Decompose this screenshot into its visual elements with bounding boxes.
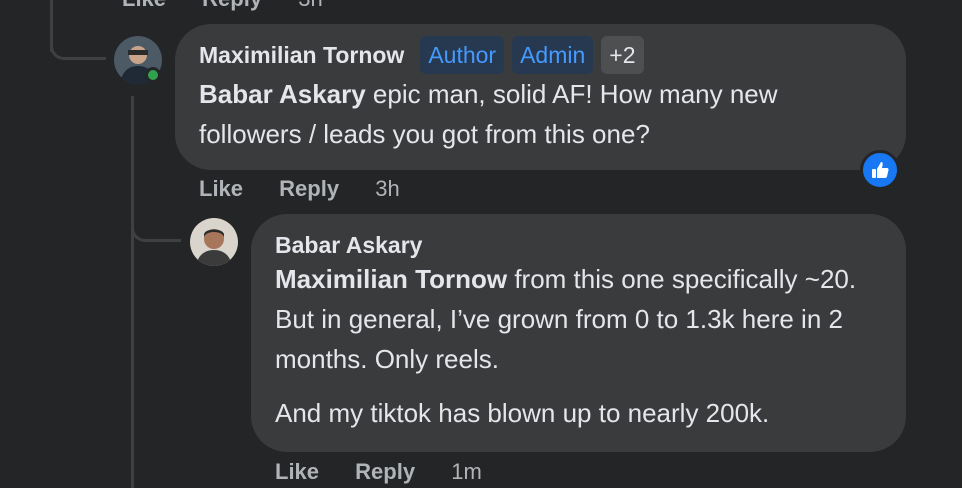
- reply-link[interactable]: Reply: [279, 176, 339, 201]
- thread-connector-1: [50, 30, 106, 60]
- comment-bubble: Maximilian Tornow Author Admin +2 Babar …: [175, 24, 906, 170]
- timestamp[interactable]: 1m: [451, 459, 482, 484]
- comment-thread: Like Reply 3h Maximilian Tornow Author A…: [0, 0, 962, 488]
- previous-comment-actions: Like Reply 3h: [122, 0, 353, 12]
- like-reaction-badge[interactable]: [860, 150, 900, 190]
- timestamp[interactable]: 3h: [298, 0, 322, 11]
- online-status-indicator: [145, 67, 161, 83]
- thread-line-inner: [131, 96, 134, 488]
- comment-text-paragraph-2: And my tiktok has blown up to nearly 200…: [275, 398, 770, 428]
- avatar[interactable]: [190, 218, 238, 266]
- reply-actions: Like Reply 1m: [275, 459, 482, 485]
- avatar-photo-icon: [190, 218, 238, 266]
- thread-connector-2: [131, 210, 181, 242]
- mention-link[interactable]: Maximilian Tornow: [275, 264, 507, 294]
- like-link[interactable]: Like: [199, 176, 243, 201]
- like-link[interactable]: Like: [275, 459, 319, 484]
- timestamp[interactable]: 3h: [375, 176, 399, 201]
- comment-actions: Like Reply 3h: [199, 176, 400, 202]
- mention-link[interactable]: Babar Askary: [199, 79, 366, 109]
- like-link[interactable]: Like: [122, 0, 166, 11]
- comment-text: Maximilian Tornow from this one specific…: [275, 259, 882, 379]
- author-name[interactable]: Maximilian Tornow: [199, 42, 404, 69]
- reply-link[interactable]: Reply: [355, 459, 415, 484]
- more-badges[interactable]: +2: [601, 36, 644, 74]
- admin-badge[interactable]: Admin: [512, 36, 594, 74]
- like-icon: [872, 162, 889, 178]
- author-name[interactable]: Babar Askary: [275, 232, 422, 259]
- comment-text: Babar Askary epic man, solid AF! How man…: [199, 74, 882, 154]
- author-row: Babar Askary: [275, 232, 882, 259]
- reply-link[interactable]: Reply: [202, 0, 262, 11]
- author-row: Maximilian Tornow Author Admin +2: [199, 36, 882, 74]
- reply-bubble: Babar Askary Maximilian Tornow from this…: [251, 214, 906, 452]
- author-badge[interactable]: Author: [420, 36, 505, 74]
